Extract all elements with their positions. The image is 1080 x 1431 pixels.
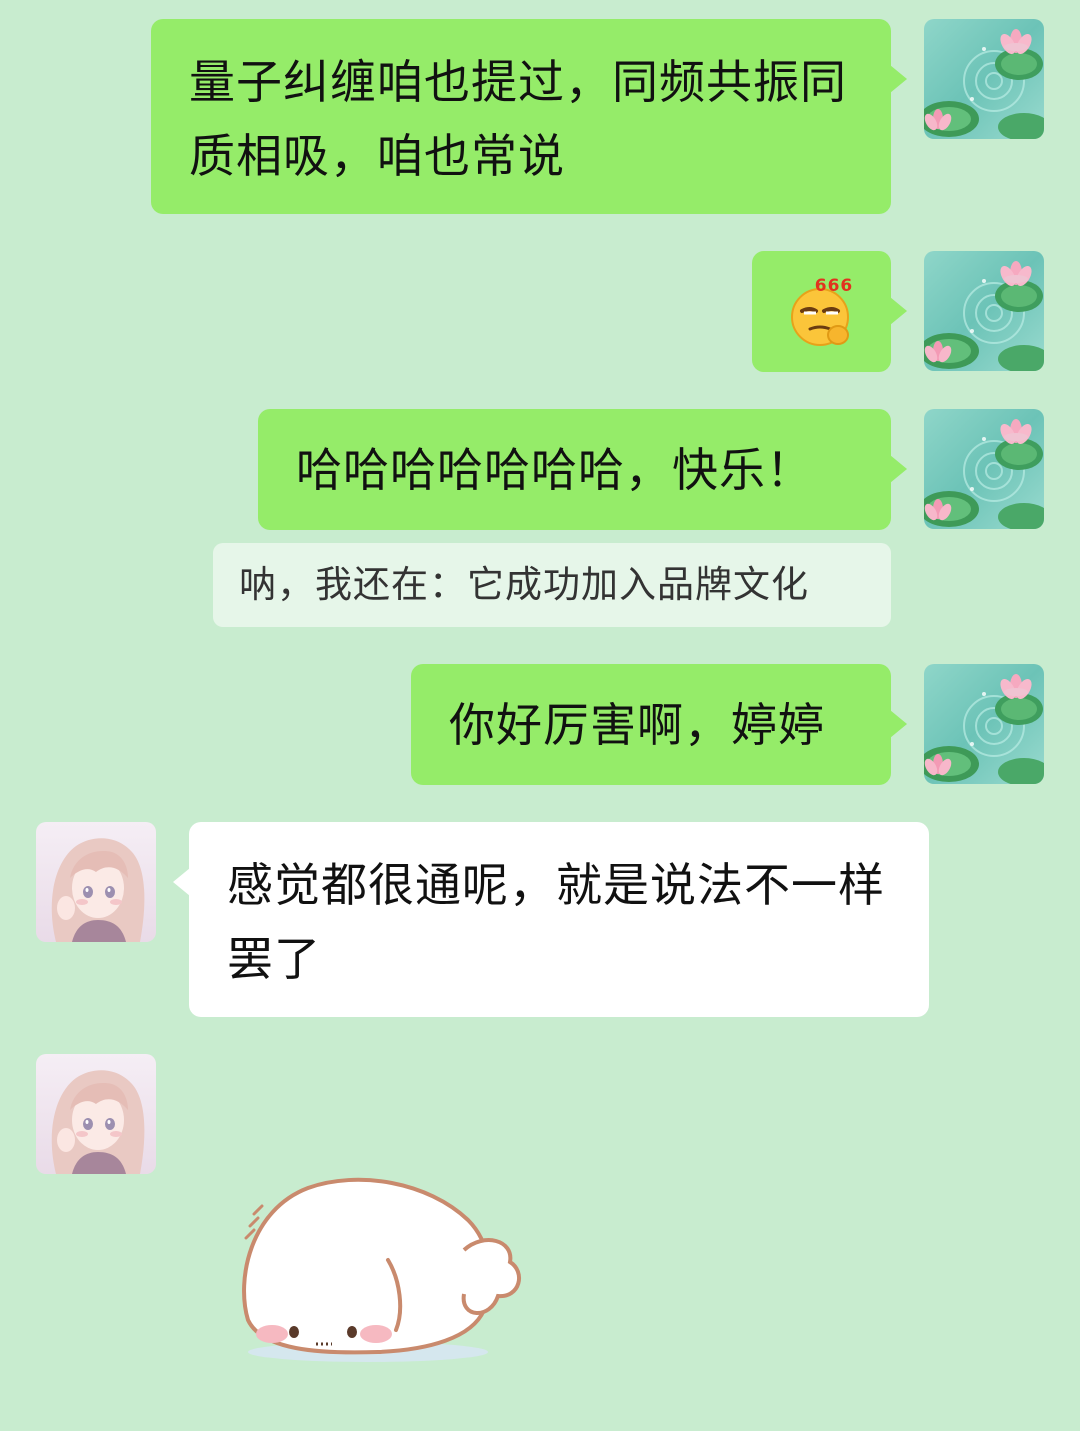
bubble-tail [890, 455, 907, 483]
bubble-tail [890, 65, 907, 93]
bowing-bun-sticker-icon[interactable] [228, 1170, 528, 1370]
message-text-3: 哈哈哈哈哈哈哈，快乐！ [296, 443, 813, 497]
message-bubble-1[interactable]: 量子纠缠咱也提过，同频共振同质相吸，咱也常说 [151, 19, 907, 214]
bubble-tail [890, 297, 907, 325]
message-bubble-5[interactable]: 感觉都很通呢，就是说法不一样罢了 [173, 822, 929, 1017]
lotus-pond-icon [924, 664, 1044, 784]
message-bubble-3[interactable]: 哈哈哈哈哈哈哈，快乐！ [258, 409, 907, 530]
message-text-5: 感觉都很通呢，就是说法不一样罢了 [227, 858, 885, 986]
quoted-message[interactable]: 呐，我还在：它成功加入品牌文化 [213, 543, 891, 627]
bubble-tail [173, 868, 190, 896]
lotus-pond-icon [924, 251, 1044, 371]
anime-girl-icon [36, 822, 156, 942]
smirk-666-emoji-icon: 666 [791, 276, 854, 346]
contact-avatar[interactable] [36, 1054, 156, 1174]
quoted-text: 呐，我还在：它成功加入品牌文化 [239, 563, 809, 606]
my-avatar[interactable] [924, 251, 1044, 371]
anime-girl-icon [36, 1054, 156, 1174]
contact-avatar[interactable] [36, 822, 156, 942]
my-avatar[interactable] [924, 19, 1044, 139]
my-avatar[interactable] [924, 409, 1044, 529]
my-avatar[interactable] [924, 664, 1044, 784]
message-bubble-4[interactable]: 你好厉害啊，婷婷 [411, 664, 907, 785]
message-text-4: 你好厉害啊，婷婷 [449, 698, 825, 752]
message-bubble-2[interactable]: 666 [752, 251, 907, 372]
bubble-tail [890, 710, 907, 738]
message-text-1: 量子纠缠咱也提过，同频共振同质相吸，咱也常说 [189, 55, 847, 183]
lotus-pond-icon [924, 409, 1044, 529]
lotus-pond-icon [924, 19, 1044, 139]
emoji-666-label: 666 [815, 276, 854, 296]
